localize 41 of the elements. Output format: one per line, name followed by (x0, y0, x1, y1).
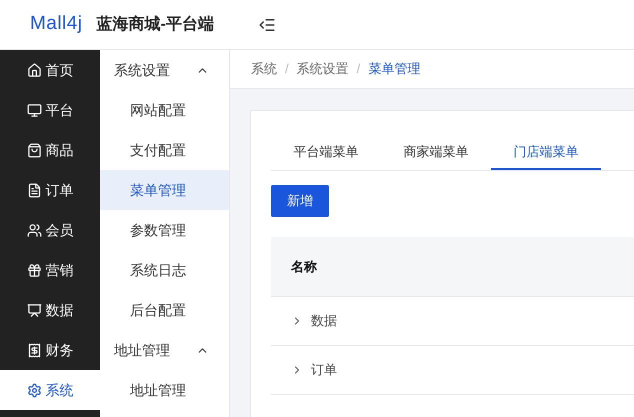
bag-icon (26, 142, 42, 158)
receipt-icon (26, 342, 42, 358)
logo: Mall4j (30, 12, 82, 36)
submenu-item[interactable]: 支付配置 (100, 130, 229, 170)
table-cell-text: 数据 (311, 312, 337, 330)
menu-group[interactable]: 地址管理 (100, 330, 229, 370)
submenu-item[interactable]: 后台配置 (100, 290, 229, 330)
table-cell-text: 订单 (311, 361, 337, 380)
add-button[interactable]: 新增 (271, 185, 329, 217)
chart-board-icon (26, 302, 42, 318)
main-nav-item[interactable]: 商品 (0, 130, 100, 170)
tab[interactable]: 门店端菜单 (491, 133, 601, 170)
monitor-icon (26, 102, 42, 118)
app-title: 蓝海商城-平台端 (96, 14, 214, 34)
users-icon (26, 222, 42, 238)
main-nav-item[interactable]: 系统 (0, 370, 100, 410)
breadcrumb-separator: / (285, 60, 289, 78)
tab[interactable]: 平台端菜单 (271, 133, 381, 170)
document-icon (26, 182, 42, 198)
breadcrumb-item[interactable]: 系统设置 (296, 59, 349, 79)
main-nav-item[interactable]: 数据 (0, 290, 100, 330)
main-nav-item[interactable]: 会员 (0, 210, 100, 250)
menu-group[interactable]: 系统设置 (100, 50, 229, 90)
submenu-item[interactable]: 网站配置 (100, 90, 229, 130)
submenu-item[interactable]: 菜单管理 (100, 170, 229, 210)
main-nav-item[interactable]: 首页 (0, 50, 100, 90)
main-nav-item[interactable]: 平台 (0, 90, 100, 130)
main-nav-item[interactable]: 财务 (0, 330, 100, 370)
gift-icon (26, 262, 42, 278)
submenu-item[interactable]: 参数管理 (100, 210, 229, 250)
settings-icon (26, 382, 42, 398)
main-nav-item[interactable]: 营销 (0, 250, 100, 290)
house-icon (26, 62, 42, 78)
tab[interactable]: 商家端菜单 (381, 133, 491, 170)
breadcrumb-separator: / (356, 60, 360, 78)
submenu-item[interactable]: 地址管理 (100, 370, 229, 410)
column-header: 名称 (291, 258, 317, 276)
main-nav-item[interactable]: 订单 (0, 170, 100, 210)
submenu-item[interactable]: 系统日志 (100, 250, 229, 290)
breadcrumb-item[interactable]: 系统 (251, 59, 277, 79)
breadcrumb-item: 菜单管理 (368, 60, 420, 78)
